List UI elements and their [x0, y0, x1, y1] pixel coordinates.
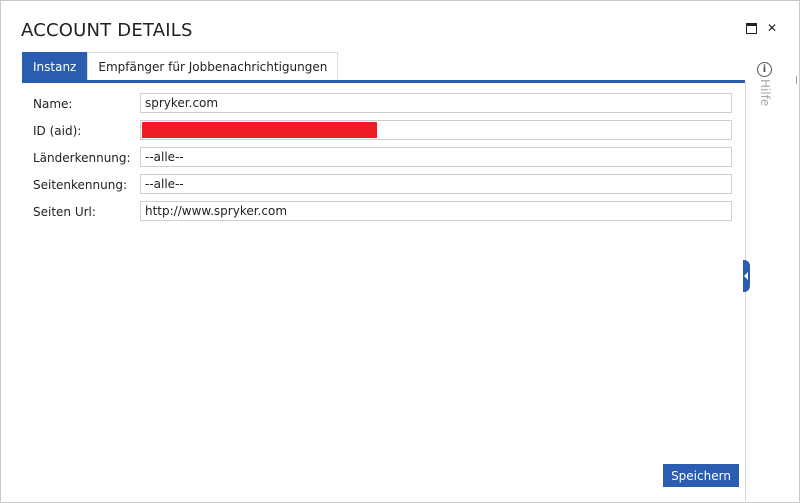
page-code-label: Seitenkennung:: [33, 178, 128, 192]
page-url-input[interactable]: [140, 201, 732, 221]
account-details-dialog: ACCOUNT DETAILS ✕ Instanz Empfänger für …: [0, 0, 800, 503]
row-page-code: Seitenkennung:: [33, 174, 735, 196]
country-code-input[interactable]: [140, 147, 732, 167]
tab-job-notification-recipients[interactable]: Empfänger für Jobbenachrichtigungen: [87, 52, 339, 81]
help-side-panel[interactable]: i Hilfe: [746, 53, 781, 501]
close-icon[interactable]: ✕: [767, 22, 777, 34]
page-code-input[interactable]: [140, 174, 732, 194]
name-input[interactable]: [140, 93, 732, 113]
redacted-value: [142, 122, 377, 138]
id-label: ID (aid):: [33, 124, 82, 138]
row-id: ID (aid):: [33, 120, 735, 142]
row-name: Name:: [33, 93, 735, 115]
maximize-icon[interactable]: [745, 22, 757, 34]
divider: [796, 76, 797, 84]
page-url-label: Seiten Url:: [33, 205, 96, 219]
row-page-url: Seiten Url:: [33, 201, 735, 223]
info-icon[interactable]: i: [757, 62, 772, 77]
save-button[interactable]: Speichern: [663, 464, 739, 487]
help-label[interactable]: Hilfe: [758, 79, 772, 106]
window-controls: ✕: [745, 22, 777, 34]
tab-instanz[interactable]: Instanz: [22, 52, 88, 81]
tab-panel-instanz: Name: ID (aid): Länderkennung: Seitenken…: [22, 83, 746, 501]
country-code-label: Länderkennung:: [33, 151, 131, 165]
tab-bar: Instanz Empfänger für Jobbenachrichtigun…: [22, 52, 339, 81]
row-country-code: Länderkennung:: [33, 147, 735, 169]
name-label: Name:: [33, 97, 73, 111]
dialog-title: ACCOUNT DETAILS: [21, 20, 193, 41]
